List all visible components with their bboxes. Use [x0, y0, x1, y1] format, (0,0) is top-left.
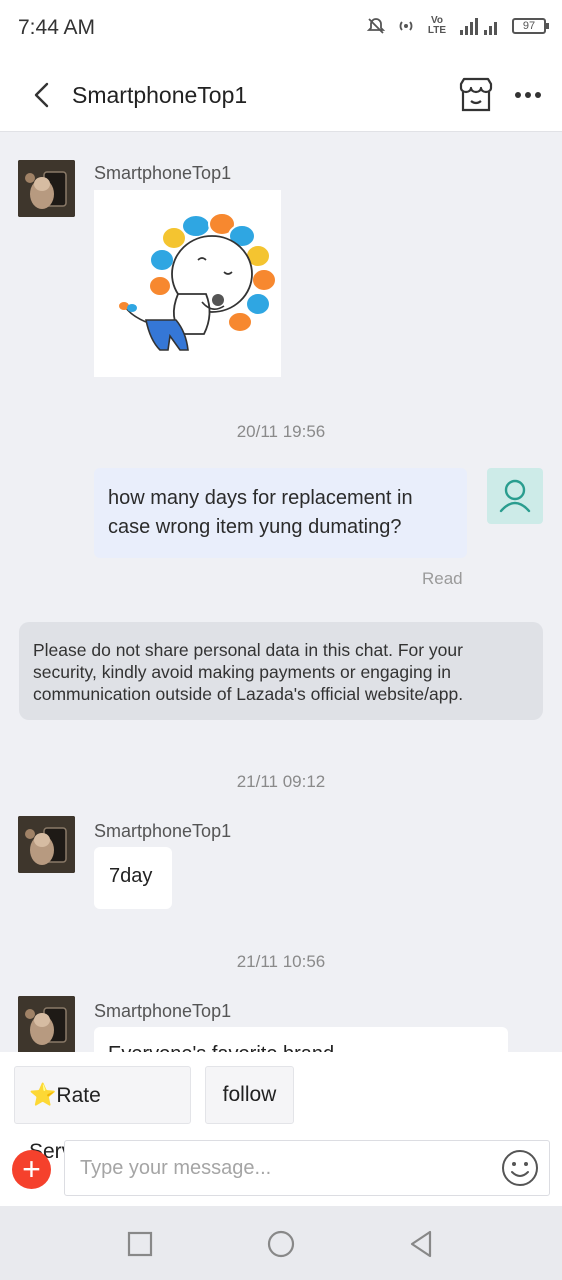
incoming-message[interactable]: Everyone's favorite brand	[94, 1027, 508, 1052]
timestamp: 21/11 10:56	[236, 952, 326, 971]
user-avatar	[487, 468, 543, 524]
incoming-message[interactable]: 7day	[94, 847, 172, 909]
follow-button[interactable]: follow	[205, 1066, 294, 1124]
chat-messages[interactable]: SmartphoneTop1 20/11 19:56 how many days…	[0, 132, 562, 1052]
status-bar: 7:44 AM Vo LTE 97	[0, 0, 562, 58]
seller-avatar[interactable]	[18, 160, 75, 217]
emoji-icon[interactable]	[500, 1148, 540, 1188]
volte-icon: Vo LTE	[427, 15, 447, 36]
sticker-message[interactable]	[94, 190, 281, 377]
seller-avatar[interactable]	[18, 816, 75, 873]
battery-icon: 97	[512, 18, 549, 34]
status-time: 7:44 AM	[18, 16, 96, 39]
sender-name: SmartphoneTop1	[94, 163, 232, 183]
mute-notification-icon	[366, 18, 386, 34]
hotspot-icon	[399, 21, 413, 31]
signal-icon	[460, 18, 497, 35]
sender-name: SmartphoneTop1	[94, 821, 232, 841]
composer-panel: ⭐Rate Service follow +	[0, 1052, 562, 1206]
sticker-image	[119, 212, 277, 351]
back-arrow-icon[interactable]	[26, 78, 60, 112]
user-icon	[499, 479, 531, 513]
back-nav-icon[interactable]	[406, 1228, 438, 1260]
chat-header: SmartphoneTop1	[0, 58, 562, 132]
status-icons: Vo LTE 97	[366, 15, 549, 36]
timestamp: 20/11 19:56	[236, 422, 326, 441]
timestamp: 21/11 09:12	[236, 772, 326, 791]
read-status: Read	[422, 569, 463, 588]
rate-service-button[interactable]: ⭐Rate Service	[14, 1066, 191, 1163]
system-nav-bar	[0, 1206, 562, 1280]
more-options-icon[interactable]	[508, 80, 548, 110]
home-icon[interactable]	[265, 1228, 297, 1260]
chat-title: SmartphoneTop1	[72, 82, 248, 108]
star-icon: ⭐	[29, 1082, 57, 1107]
message-input[interactable]	[64, 1140, 550, 1196]
add-attachment-button[interactable]: +	[12, 1150, 51, 1189]
sender-name: SmartphoneTop1	[94, 1001, 232, 1021]
store-icon[interactable]	[456, 76, 496, 114]
outgoing-message[interactable]: how many days for replacement in case wr…	[94, 468, 467, 558]
security-notice: Please do not share personal data in thi…	[19, 622, 543, 720]
recent-apps-icon[interactable]	[124, 1228, 156, 1260]
seller-avatar[interactable]	[18, 996, 75, 1052]
